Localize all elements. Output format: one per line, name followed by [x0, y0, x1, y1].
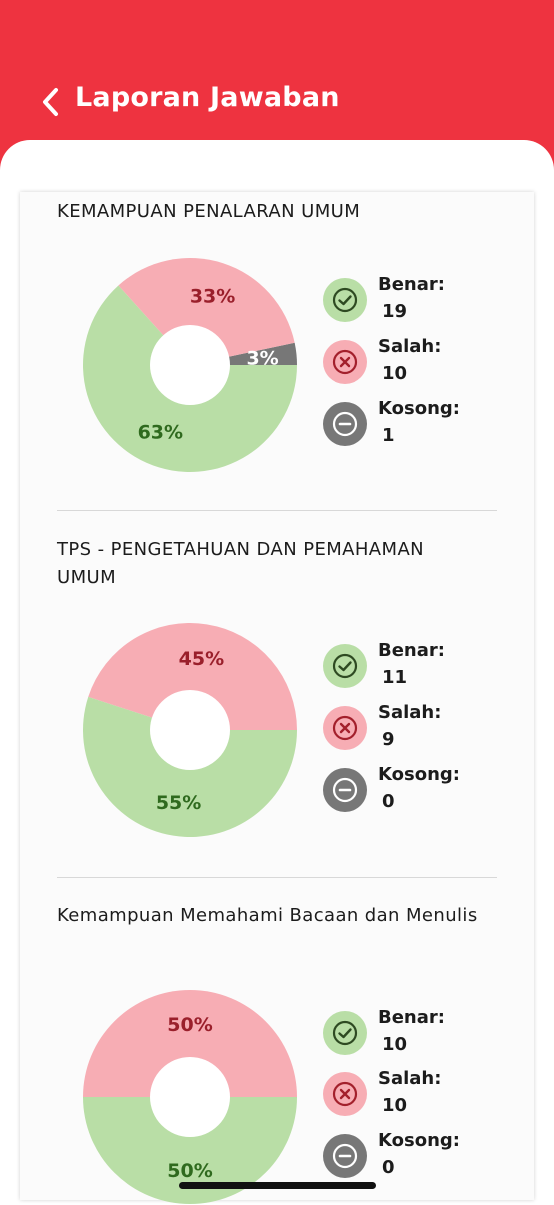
legend-label-salah: Salah: [378, 336, 442, 357]
donut-hole [150, 690, 230, 770]
legend-value-benar: 10 [382, 1034, 408, 1055]
legend-value-salah: 10 [382, 363, 408, 384]
report-card[interactable]: KEMAMPUAN PENALARAN UMUM 3% 33% 63% Benar:… [20, 192, 534, 1204]
section-title: KEMAMPUAN PENALARAN UMUM [57, 201, 361, 222]
x-circle-icon [323, 1072, 367, 1116]
legend-value-kosong: 0 [382, 1157, 395, 1178]
slice-label-benar: 63% [138, 422, 183, 444]
section-title: Kemampuan Memahami Bacaan dan Menulis [57, 905, 478, 926]
x-circle-icon [323, 706, 367, 750]
check-circle-icon [323, 278, 367, 322]
legend-label-benar: Benar: [378, 274, 445, 295]
x-circle-icon [323, 340, 367, 384]
legend-value-benar: 11 [382, 667, 408, 688]
check-circle-icon [323, 1011, 367, 1055]
section-title: TPS - PENGETAHUAN DAN PEMAHAMAN UMUM [57, 539, 425, 588]
legend-value-salah: 9 [382, 729, 395, 750]
legend-value-salah: 10 [382, 1095, 408, 1116]
donut-hole [150, 325, 230, 405]
slice-label-benar: 55% [156, 792, 201, 814]
legend-value-kosong: 0 [382, 791, 395, 812]
check-circle-icon [323, 644, 367, 688]
donut-chart: 3% 33% 63% [83, 257, 297, 472]
legend-label-kosong: Kosong: [378, 1130, 460, 1151]
minus-circle-icon [323, 402, 367, 446]
slice-label-kosong: 3% [246, 347, 278, 369]
minus-circle-icon [323, 1134, 367, 1178]
page-title: Laporan Jawaban [75, 82, 340, 113]
legend-label-salah: Salah: [378, 1068, 442, 1089]
slice-label-benar: 50% [167, 1160, 212, 1182]
legend-label-benar: Benar: [378, 1007, 445, 1028]
donut-hole [150, 1057, 230, 1137]
chevron-left-icon [43, 88, 58, 116]
slice-label-salah: 33% [190, 286, 235, 308]
divider [57, 510, 497, 511]
donut-chart: 50% 50% [83, 990, 297, 1204]
back-button[interactable] [36, 84, 66, 120]
donut-chart: 45% 55% [82, 623, 297, 837]
divider [57, 877, 497, 878]
legend-value-kosong: 1 [382, 425, 395, 446]
legend-label-salah: Salah: [378, 702, 442, 723]
home-indicator [179, 1182, 376, 1189]
slice-label-salah: 45% [179, 648, 224, 670]
legend-label-kosong: Kosong: [378, 764, 460, 785]
minus-circle-icon [323, 768, 367, 812]
legend-label-kosong: Kosong: [378, 398, 460, 419]
slice-label-salah: 50% [167, 1014, 212, 1036]
legend-value-benar: 19 [382, 301, 408, 322]
legend-label-benar: Benar: [378, 640, 445, 661]
